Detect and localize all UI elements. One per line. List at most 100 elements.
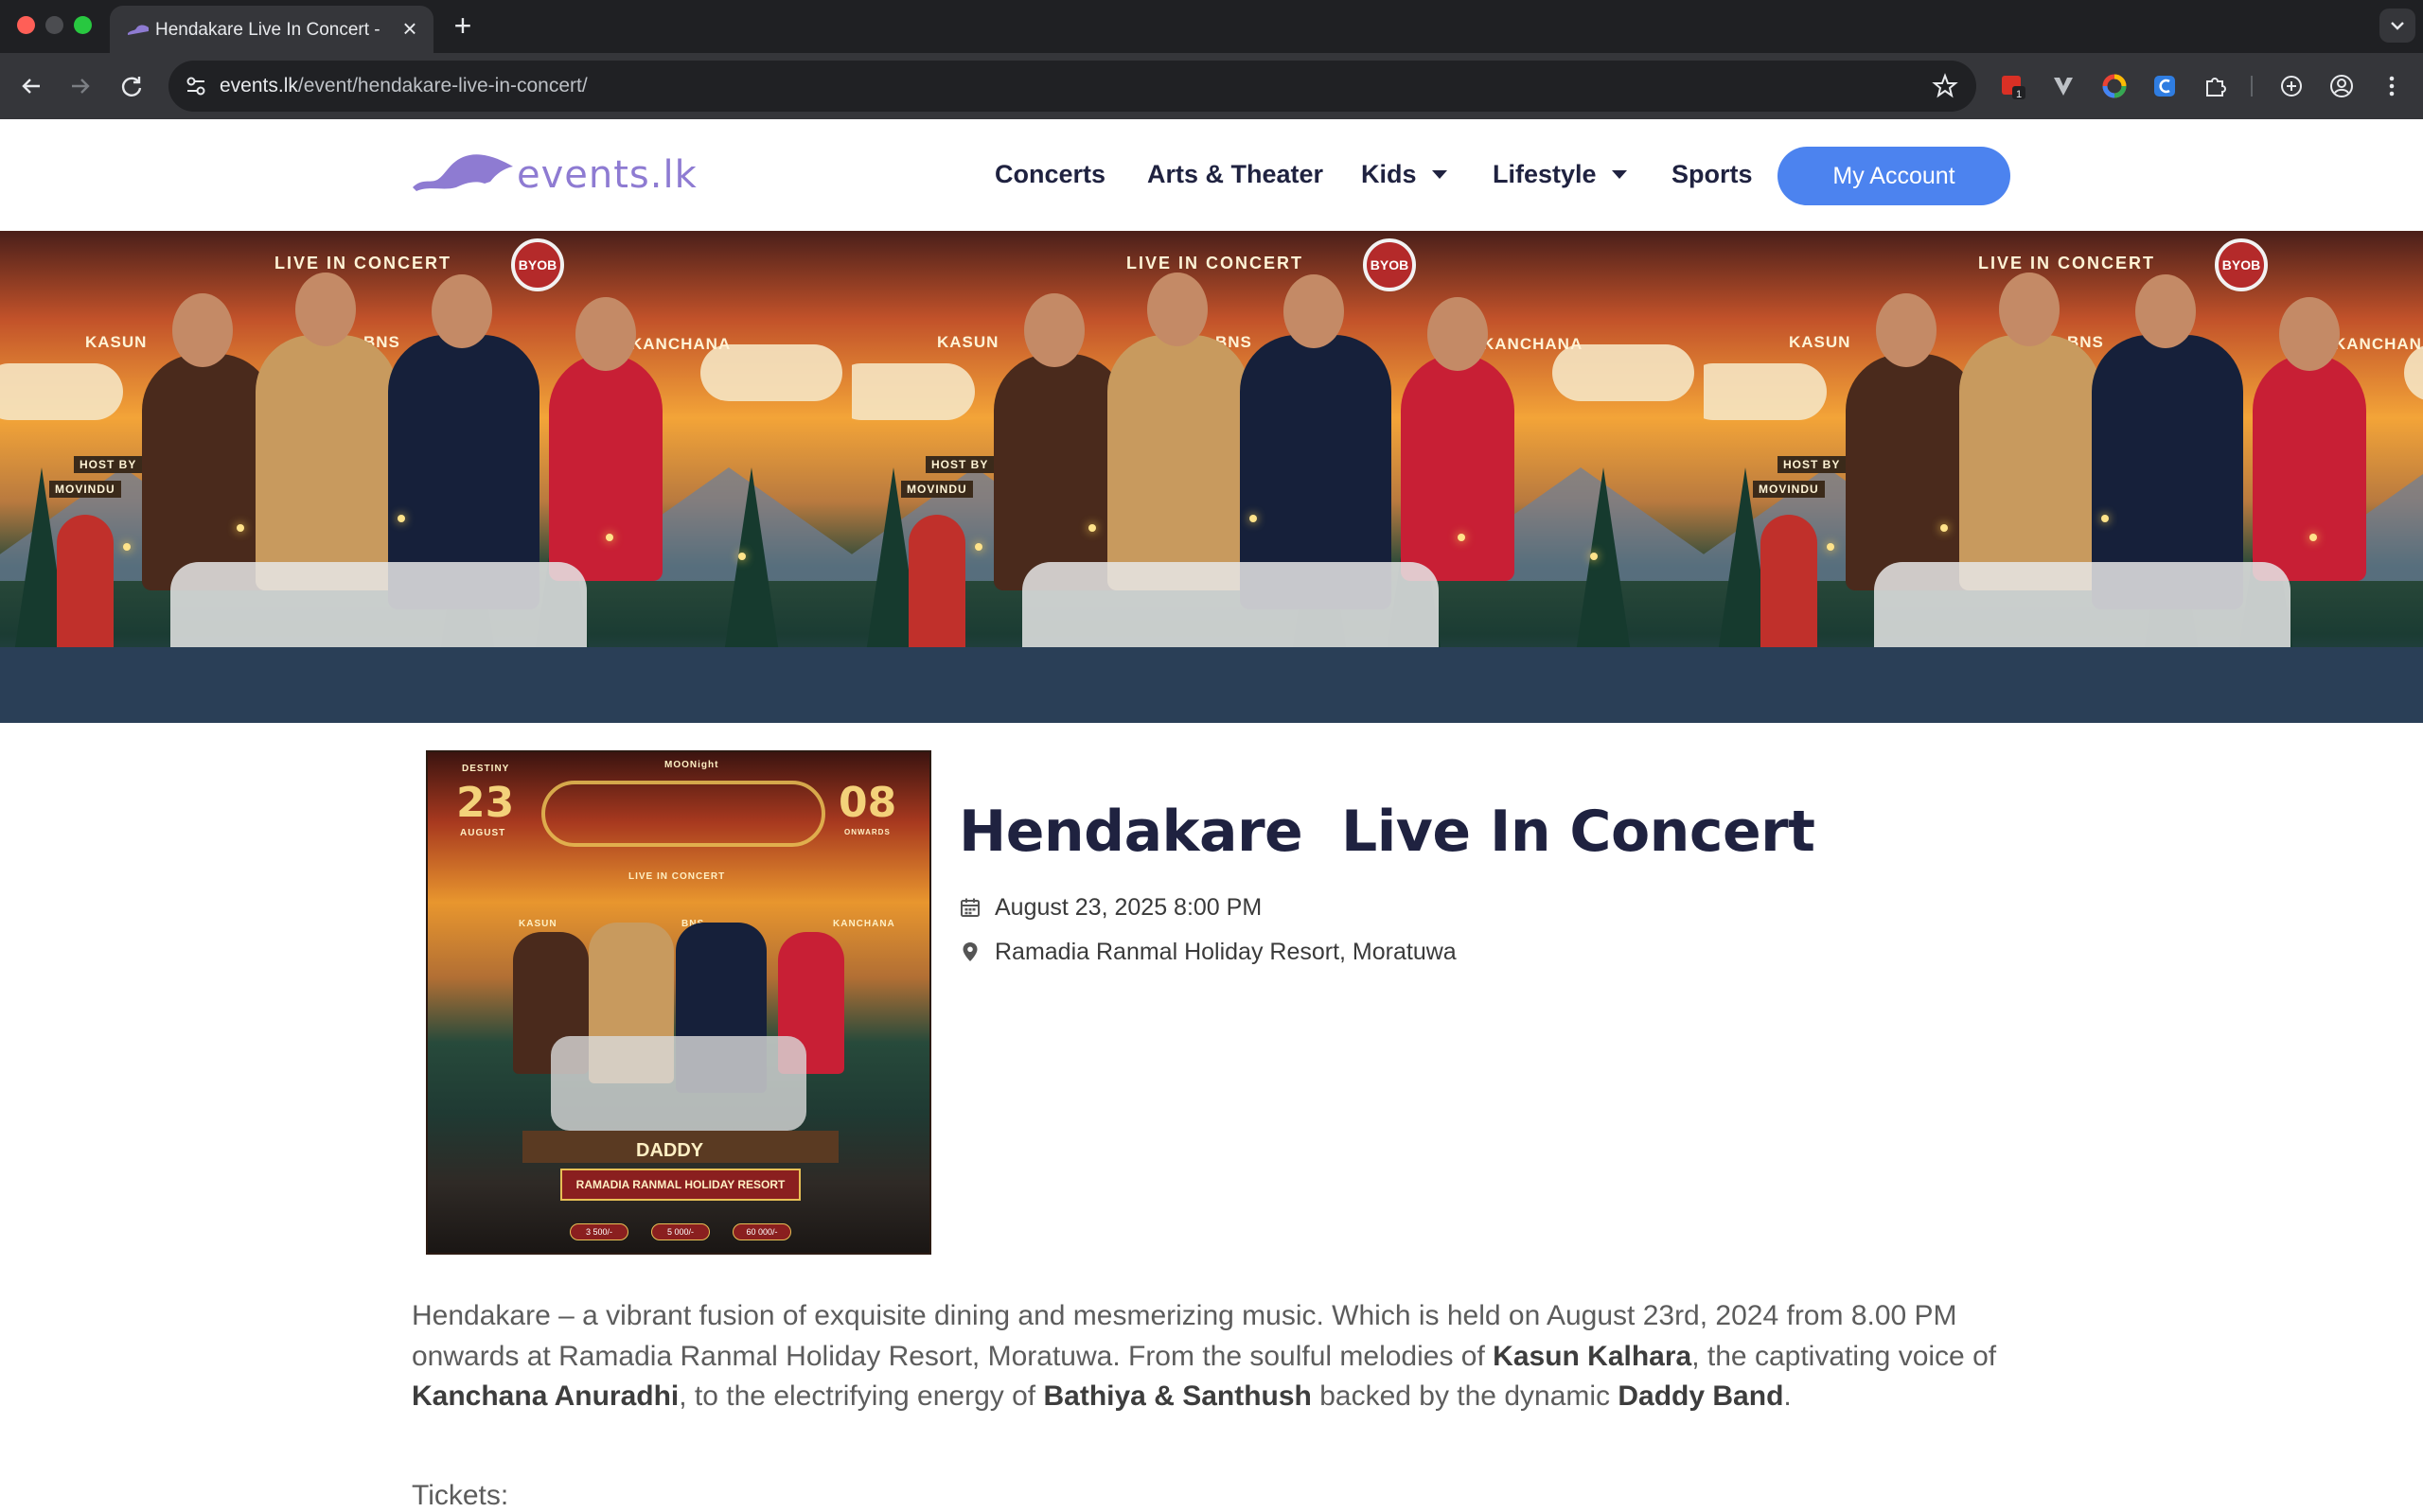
caret-down-icon — [1431, 170, 1447, 179]
artist-label: KASUN — [1789, 333, 1851, 351]
artist-label: KASUN — [937, 333, 999, 351]
calendar-icon — [961, 898, 980, 917]
banner-poster: LIVE IN CONCERT BYOB KASUN BNS KANCHANA … — [852, 231, 1704, 723]
window-minimize-button[interactable] — [45, 16, 63, 34]
tab-close-icon[interactable]: × — [398, 16, 422, 41]
poster-time: 08 — [839, 779, 897, 827]
description-artist: Bathiya & Santhush — [1043, 1380, 1312, 1412]
event-location[interactable]: Ramadia Ranmal Holiday Resort, Moratuwa — [995, 939, 1457, 966]
tab-title: Hendakare Live In Concert - — [155, 20, 380, 40]
description-text: . — [1783, 1380, 1792, 1412]
nav-lifestyle[interactable]: Lifestyle — [1493, 160, 1627, 192]
site-settings-icon[interactable] — [182, 72, 210, 100]
bookmark-star-icon[interactable] — [1931, 72, 1959, 100]
description-text: backed by the dynamic — [1311, 1380, 1618, 1412]
logo-text: events.lk — [517, 153, 698, 197]
extension-blue-c-icon[interactable] — [2149, 70, 2181, 102]
event-title: Hendakare Live In Concert — [959, 799, 1815, 865]
poster-ticket-price: 60 000/- — [733, 1223, 791, 1240]
site-header: events.lk Concerts Arts & Theater Kids L… — [0, 119, 2423, 231]
artist-label: KANCHANA — [2334, 335, 2423, 353]
window-close-button[interactable] — [17, 16, 35, 34]
host-sign: HOST BY — [74, 456, 143, 473]
byob-badge: BYOB — [1363, 238, 1416, 291]
caret-down-icon — [1611, 170, 1627, 179]
extension-red-icon[interactable]: 1 — [1997, 70, 2029, 102]
host-sign: HOST BY — [926, 456, 995, 473]
browser-tabstrip: Hendakare Live In Concert - × + — [0, 0, 2423, 53]
poster-month: AUGUST — [460, 828, 506, 838]
window-zoom-button[interactable] — [74, 16, 92, 34]
host-sign: HOST BY — [1777, 456, 1847, 473]
reading-mode-icon[interactable] — [2275, 70, 2308, 102]
extension-badge: 1 — [2016, 89, 2022, 100]
nav-concerts[interactable]: Concerts — [995, 160, 1105, 192]
browser-menu-kebab-icon[interactable] — [2376, 70, 2408, 102]
host-name: MOVINDU — [1753, 481, 1825, 498]
new-tab-button[interactable]: + — [449, 9, 477, 42]
description-artist: Daddy Band — [1618, 1380, 1784, 1412]
banner-headline: LIVE IN CONCERT — [1978, 254, 2156, 273]
poster-subtitle: LIVE IN CONCERT — [628, 871, 726, 882]
forward-button[interactable] — [64, 70, 97, 102]
my-account-button[interactable]: My Account — [1777, 147, 2010, 205]
poster-venue-label: DESTINY — [462, 764, 510, 774]
browser-toolbar: events.lk/event/hendakare-live-in-concer… — [0, 53, 2423, 119]
poster-ticket-prices: 3 500/- 5 000/- 60 000/- — [570, 1223, 791, 1242]
event-hero-banner: LIVE IN CONCERT BYOB KASUN BNS KANCHANA … — [0, 231, 2423, 723]
chevron-down-icon — [2391, 22, 2404, 30]
description-text: , to the electrifying energy of — [679, 1380, 1044, 1412]
poster-artist: KASUN — [519, 919, 557, 929]
event-poster-image[interactable]: DESTINY 23 AUGUST MOONight 08 ONWARDS LI… — [426, 750, 931, 1255]
reload-icon — [121, 77, 142, 97]
host-name: MOVINDU — [49, 481, 121, 498]
extensions-puzzle-icon[interactable] — [2200, 70, 2232, 102]
poster-brand: MOONight — [664, 760, 719, 770]
banner-poster: LIVE IN CONCERT BYOB KASUN BNS KANCHANA … — [0, 231, 852, 723]
artist-label: KASUN — [85, 333, 148, 351]
artist-label: KANCHANA — [630, 335, 732, 353]
reload-button[interactable] — [115, 70, 148, 102]
nav-lifestyle-label: Lifestyle — [1493, 160, 1597, 188]
nav-sports[interactable]: Sports — [1671, 160, 1753, 192]
byob-badge: BYOB — [511, 238, 564, 291]
host-name: MOVINDU — [901, 481, 973, 498]
nav-kids[interactable]: Kids — [1361, 160, 1447, 192]
arrow-left-icon — [22, 79, 40, 94]
description-text: , the captivating voice of — [1691, 1340, 1997, 1372]
tab-search-button[interactable] — [2379, 9, 2415, 43]
banner-headline: LIVE IN CONCERT — [1126, 254, 1304, 273]
event-location-row: Ramadia Ranmal Holiday Resort, Moratuwa — [959, 937, 1457, 967]
extension-v-icon[interactable] — [2047, 70, 2079, 102]
arrow-right-icon — [72, 79, 90, 94]
poster-time-label: ONWARDS — [844, 828, 891, 836]
back-button[interactable] — [15, 70, 47, 102]
map-pin-icon — [963, 942, 978, 961]
nav-arts-theater[interactable]: Arts & Theater — [1147, 160, 1323, 192]
event-datetime: August 23, 2025 8:00 PM — [995, 893, 1263, 921]
site-logo[interactable]: events.lk — [409, 146, 697, 199]
address-bar[interactable]: events.lk/event/hendakare-live-in-concer… — [168, 61, 1976, 112]
banner-headline: LIVE IN CONCERT — [274, 254, 452, 273]
url-path: /event/hendakare-live-in-concert/ — [297, 75, 588, 97]
poster-ticket-price: 5 000/- — [651, 1223, 710, 1240]
poster-band-name: DADDY — [636, 1140, 704, 1161]
url-text[interactable]: events.lk/event/hendakare-live-in-concer… — [220, 75, 588, 99]
description-artist: Kanchana Anuradhi — [412, 1380, 680, 1412]
description-artist: Kasun Kalhara — [1493, 1340, 1692, 1372]
event-description: Hendakare – a vibrant fusion of exquisit… — [412, 1296, 2021, 1417]
poster-venue-banner: RAMADIA RANMAL HOLIDAY RESORT — [560, 1169, 801, 1201]
nav-kids-label: Kids — [1361, 160, 1417, 188]
url-host: events.lk — [220, 75, 298, 97]
browser-tab-active[interactable]: Hendakare Live In Concert - × — [110, 6, 433, 53]
poster-artist: KANCHANA — [833, 919, 895, 929]
profile-avatar-icon[interactable] — [2326, 70, 2358, 102]
poster-title-art — [541, 781, 825, 847]
events-lk-favicon-icon — [128, 25, 149, 35]
extension-color-ring-icon[interactable] — [2098, 70, 2131, 102]
byob-badge: BYOB — [2215, 238, 2268, 291]
event-datetime-row: August 23, 2025 8:00 PM — [959, 892, 1262, 923]
artist-label: KANCHANA — [1482, 335, 1583, 353]
banner-poster: LIVE IN CONCERT BYOB KASUN BNS KANCHANA … — [1704, 231, 2423, 723]
poster-day: 23 — [456, 779, 515, 827]
